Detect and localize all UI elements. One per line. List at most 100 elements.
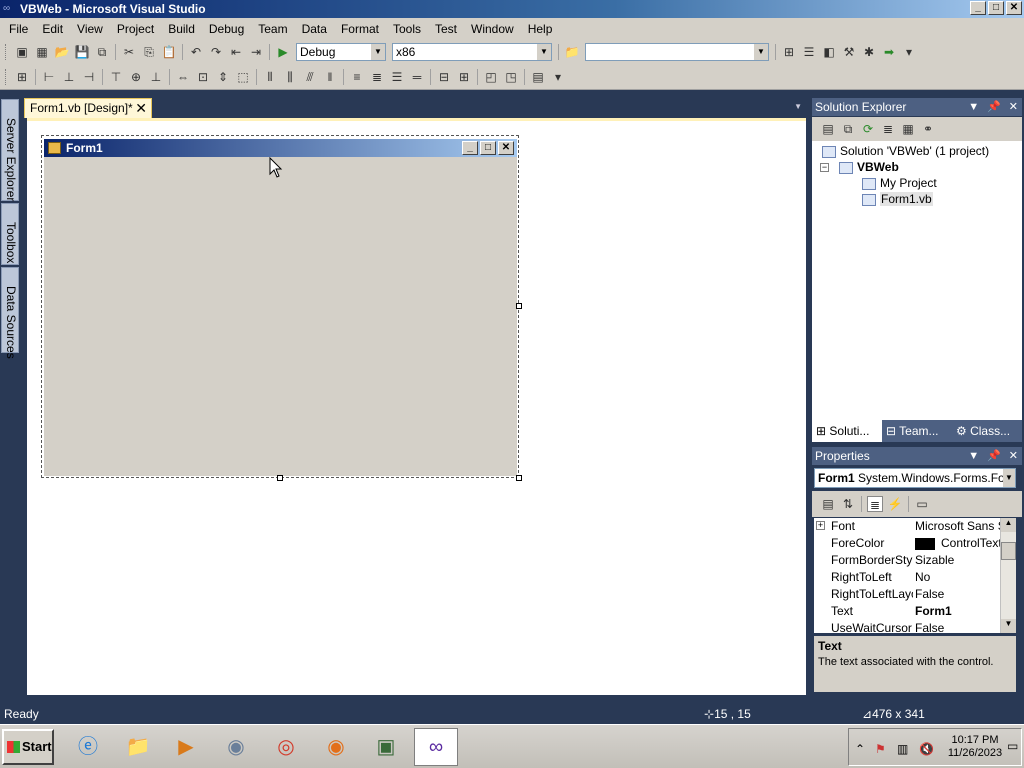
properties-icon[interactable]: ☰ (801, 44, 817, 60)
form1-designer[interactable]: Form1 _ □ ✕ (44, 139, 517, 476)
close-button[interactable]: ✕ (1006, 1, 1022, 15)
property-value[interactable]: Microsoft Sans Serif (915, 518, 1000, 535)
file-explorer-icon[interactable]: 📁 (116, 728, 160, 766)
window-position-icon[interactable]: ▼ (968, 98, 979, 116)
maximize-button[interactable]: □ (988, 1, 1004, 15)
properties-object-select[interactable]: Form1 System.Windows.Forms.Form ▼ (814, 468, 1016, 488)
send-to-back-icon[interactable]: ◳ (503, 69, 519, 85)
close-icon[interactable]: ✕ (1009, 447, 1018, 465)
paste-icon[interactable]: 📋 (161, 44, 177, 60)
save-all-icon[interactable]: ⧉ (94, 44, 110, 60)
property-pages-icon[interactable]: ▭ (914, 496, 930, 512)
menu-help[interactable]: Help (521, 22, 560, 36)
new-project-icon[interactable]: ▣ (14, 44, 30, 60)
tree-item-my-project[interactable]: My Project (862, 175, 937, 191)
resize-handle-corner[interactable] (516, 475, 522, 481)
minimize-button[interactable]: _ (970, 1, 986, 15)
alphabetical-icon[interactable]: ⇅ (840, 496, 856, 512)
show-all-files-icon[interactable]: ⧉ (840, 121, 856, 137)
align-centers-icon[interactable]: ⊥ (61, 69, 77, 85)
tab-form1-design[interactable]: Form1.vb [Design]* ✕ (24, 98, 152, 118)
start-debugging-icon[interactable]: ▶ (275, 44, 291, 60)
align-bottoms-icon[interactable]: ⊥ (148, 69, 164, 85)
align-rights-icon[interactable]: ⊣ (81, 69, 97, 85)
make-same-size-icon[interactable]: ⬚ (235, 69, 251, 85)
h-spacing-remove-icon[interactable]: ‖ (322, 69, 338, 85)
object-browser-icon[interactable]: ◧ (821, 44, 837, 60)
toolbar-grip[interactable] (5, 44, 9, 60)
tab-team-explorer[interactable]: ⊟ Team... (882, 420, 952, 442)
property-row[interactable]: FormBorderStyle Sizable (814, 552, 1000, 569)
toolbox-icon[interactable]: ⚒ (841, 44, 857, 60)
media-player-icon[interactable]: ▶ (164, 728, 208, 766)
clock[interactable]: 10:17 PM 11/26/2023 (947, 734, 1003, 760)
scroll-up-icon[interactable]: ▲ (1001, 518, 1016, 532)
menu-file[interactable]: File (2, 22, 35, 36)
align-to-grid-icon[interactable]: ⊞ (14, 69, 30, 85)
more-icon[interactable]: ▾ (901, 44, 917, 60)
form-title-bar[interactable]: Form1 _ □ ✕ (44, 139, 517, 157)
menu-test[interactable]: Test (428, 22, 464, 36)
properties-icon[interactable]: ▤ (820, 121, 836, 137)
tree-item-project[interactable]: − VBWeb (820, 159, 899, 175)
view-class-diagram-icon[interactable]: ⚭ (920, 121, 936, 137)
start-page-icon[interactable]: ➡ (881, 44, 897, 60)
window-position-icon[interactable]: ▼ (968, 447, 979, 465)
auto-hide-pin-icon[interactable]: 📌 (987, 98, 1001, 116)
view-designer-icon[interactable]: ▦ (900, 121, 916, 137)
tab-class-view[interactable]: ⚙ Class... (952, 420, 1022, 442)
v-spacing-increase-icon[interactable]: ≣ (369, 69, 385, 85)
property-row[interactable]: + Font Microsoft Sans Serif (814, 518, 1000, 535)
property-row[interactable]: UseWaitCursor False (814, 620, 1000, 633)
close-icon[interactable]: ✕ (1009, 98, 1018, 116)
refresh-icon[interactable]: ⟳ (860, 121, 876, 137)
platform-select[interactable]: x86 ▼ (392, 43, 552, 61)
center-horizontally-icon[interactable]: ⊟ (436, 69, 452, 85)
network-icon[interactable]: ▥ (897, 742, 908, 756)
property-row[interactable]: ForeColor ControlText (814, 535, 1000, 552)
property-value[interactable]: False (915, 586, 1000, 603)
tree-item-form1[interactable]: Form1.vb (862, 191, 933, 207)
scroll-thumb[interactable] (1001, 542, 1016, 560)
resize-handle-right[interactable] (516, 303, 522, 309)
bring-to-front-icon[interactable]: ◰ (483, 69, 499, 85)
active-files-dropdown-icon[interactable]: ▼ (794, 102, 802, 111)
align-tops-icon[interactable]: ⊤ (108, 69, 124, 85)
close-tab-icon[interactable]: ✕ (135, 99, 147, 117)
action-center-icon[interactable]: ⚑ (875, 742, 886, 756)
find-in-files-icon[interactable]: 📁 (564, 44, 580, 60)
add-item-icon[interactable]: ▦ (34, 44, 50, 60)
h-spacing-decrease-icon[interactable]: ⫻ (302, 69, 318, 85)
align-lefts-icon[interactable]: ⊢ (41, 69, 57, 85)
properties-view-icon[interactable]: ≣ (867, 496, 883, 512)
h-spacing-equal-icon[interactable]: ⫴ (262, 69, 278, 85)
toolbar-grip[interactable] (5, 68, 9, 85)
property-value[interactable]: Form1 (915, 603, 1000, 620)
more-icon[interactable]: ▾ (550, 69, 566, 85)
visual-studio-taskbar-icon[interactable]: ∞ (414, 728, 458, 766)
copy-icon[interactable]: ⎘ (141, 44, 157, 60)
show-desktop-icon[interactable]: ▭ (1007, 739, 1018, 753)
cut-icon[interactable]: ✂ (121, 44, 137, 60)
show-hidden-icons-icon[interactable]: ⌃ (855, 742, 865, 756)
tab-solution-explorer[interactable]: ⊞ Soluti... (812, 420, 882, 442)
menu-data[interactable]: Data (295, 22, 334, 36)
menu-debug[interactable]: Debug (202, 22, 251, 36)
make-same-height-icon[interactable]: ⇕ (215, 69, 231, 85)
property-value[interactable]: ControlText (941, 535, 1000, 552)
toolbox-tab[interactable]: Toolbox (1, 203, 19, 265)
center-vertically-icon[interactable]: ⊞ (456, 69, 472, 85)
terminal-icon[interactable]: ▣ (364, 728, 408, 766)
menu-window[interactable]: Window (464, 22, 521, 36)
tab-order-icon[interactable]: ▤ (530, 69, 546, 85)
view-code-icon[interactable]: ≣ (880, 121, 896, 137)
save-icon[interactable]: 💾 (74, 44, 90, 60)
solution-explorer-icon[interactable]: ⊞ (781, 44, 797, 60)
collapse-icon[interactable]: − (820, 163, 829, 173)
menu-view[interactable]: View (70, 22, 110, 36)
property-value[interactable]: No (915, 569, 1000, 586)
property-value[interactable]: Sizable (915, 552, 1000, 569)
property-row[interactable]: RightToLeft No (814, 569, 1000, 586)
chromium-icon[interactable]: ◉ (214, 728, 258, 766)
firefox-icon[interactable]: ◉ (314, 728, 358, 766)
